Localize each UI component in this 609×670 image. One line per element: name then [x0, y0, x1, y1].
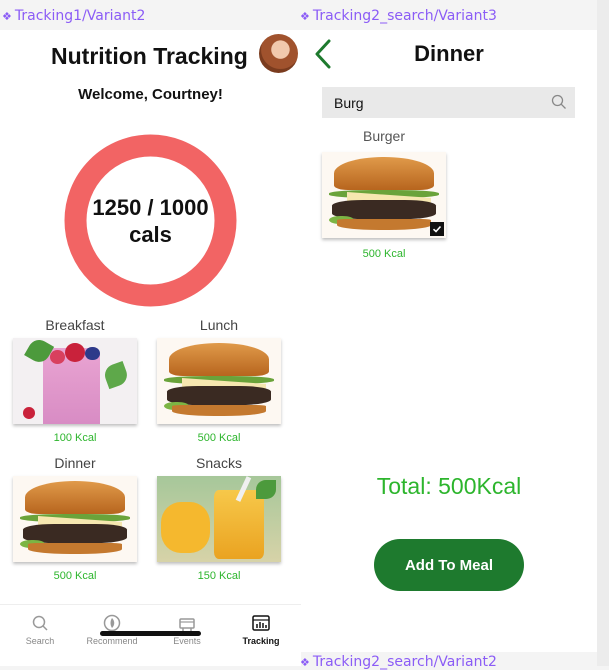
- component-icon: ❖: [300, 10, 310, 23]
- meal-kcal: 500 Kcal: [197, 432, 241, 444]
- frame-label-bottom: ❖ Tracking2_search/Variant2: [300, 654, 497, 670]
- result-kcal: 500 Kcal: [362, 248, 406, 260]
- mango-juice-image: [157, 476, 281, 562]
- frame-label-left: ❖ Tracking1/Variant2: [2, 8, 146, 24]
- meal-card-dinner[interactable]: Dinner 500 Kcal: [12, 455, 138, 582]
- meal-card-snacks[interactable]: Snacks 150 Kcal: [156, 455, 282, 582]
- tracking-icon: [252, 615, 270, 631]
- search-icon: [32, 615, 48, 631]
- meal-kcal: 100 Kcal: [53, 432, 97, 444]
- tab-bar: Search Recommend Events Tracking: [0, 604, 301, 649]
- calorie-unit: cals: [129, 221, 172, 247]
- avatar[interactable]: [259, 34, 298, 73]
- tab-label: Search: [25, 636, 55, 646]
- checkmark-icon[interactable]: [430, 222, 444, 236]
- page-title: Dinner: [414, 41, 484, 66]
- meal-card-breakfast[interactable]: Breakfast 100 Kcal: [12, 317, 138, 444]
- tab-label: Events: [173, 636, 201, 646]
- meal-card-lunch[interactable]: Lunch 500 Kcal: [156, 317, 282, 444]
- result-card-burger[interactable]: Burger 500 Kcal: [322, 128, 446, 260]
- frame-label-right: ❖ Tracking2_search/Variant3: [300, 8, 497, 24]
- meal-label: Dinner: [54, 455, 96, 471]
- tracking-screen: Nutrition Tracking Welcome, Courtney! 12…: [0, 30, 301, 666]
- tab-tracking[interactable]: Tracking: [226, 613, 296, 646]
- tab-label: Tracking: [242, 636, 280, 646]
- calorie-ring: 1250 / 1000 cals: [63, 133, 238, 308]
- search-input[interactable]: Burg: [322, 87, 575, 118]
- dinner-search-screen: Dinner Burg Burger 500 Kcal Total: 500Kc…: [301, 30, 597, 652]
- burger-image: [322, 152, 446, 238]
- meal-label: Lunch: [199, 317, 239, 333]
- meal-label: Snacks: [196, 455, 242, 471]
- canvas-edge: [597, 0, 609, 666]
- calorie-readout: 1250 / 1000 cals: [63, 133, 238, 308]
- home-indicator[interactable]: [100, 631, 201, 636]
- tab-label: Recommend: [86, 636, 138, 646]
- meal-kcal: 500 Kcal: [53, 570, 97, 582]
- tab-events[interactable]: Events: [152, 613, 222, 646]
- total-kcal: Total: 500Kcal: [376, 473, 522, 499]
- component-icon: ❖: [300, 656, 310, 669]
- result-label: Burger: [362, 128, 406, 144]
- welcome-text: Welcome, Courtney!: [78, 86, 223, 103]
- page-title: Nutrition Tracking: [51, 43, 248, 69]
- search-input-value[interactable]: Burg: [334, 95, 364, 111]
- meal-kcal: 150 Kcal: [197, 570, 241, 582]
- smoothie-image: [13, 338, 137, 424]
- add-to-meal-button[interactable]: Add To Meal: [374, 539, 524, 591]
- component-icon: ❖: [2, 10, 12, 23]
- search-icon[interactable]: [551, 94, 567, 110]
- recommend-icon: [103, 614, 121, 632]
- events-icon: [179, 618, 195, 631]
- tab-search[interactable]: Search: [5, 613, 75, 646]
- burger-image: [13, 476, 137, 562]
- calorie-value: 1250 / 1000: [92, 194, 209, 220]
- tab-recommend[interactable]: Recommend: [77, 613, 147, 646]
- burger-image: [157, 338, 281, 424]
- meal-label: Breakfast: [45, 317, 105, 333]
